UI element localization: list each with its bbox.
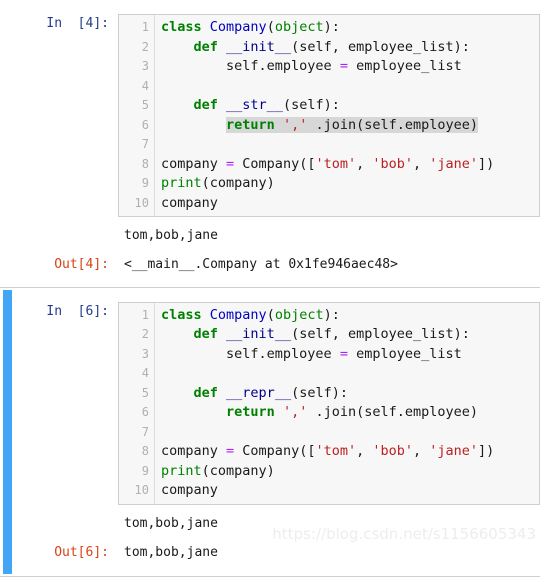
line-number: 9: [119, 462, 149, 482]
stdout-text: tom,bob,jane: [118, 226, 540, 245]
notebook-cell[interactable]: In [4]: 1 2 3 4 5 6 7 8 9 10 class Compa…: [0, 0, 540, 287]
notebook-cell-selected[interactable]: In [6]: 1 2 3 4 5 6 7 8 9 10 class Compa…: [0, 287, 540, 577]
line-number: 3: [119, 57, 149, 77]
code-line: class Company(object):: [161, 18, 539, 38]
output-text: <__main__.Company at 0x1fe946aec48>: [118, 255, 540, 274]
line-number: 6: [119, 403, 149, 423]
spacer: [0, 505, 540, 514]
code-line: [161, 135, 539, 155]
line-number: 4: [119, 364, 149, 384]
spacer: [0, 533, 540, 543]
code-line: class Company(object):: [161, 306, 539, 326]
line-number: 1: [119, 18, 149, 38]
code-line: def __repr__(self):: [161, 384, 539, 404]
cell-output-row: Out[6]: tom,bob,jane: [0, 543, 540, 563]
line-number: 2: [119, 38, 149, 58]
jupyter-notebook: In [4]: 1 2 3 4 5 6 7 8 9 10 class Compa…: [0, 0, 540, 553]
cell-output-row: Out[4]: <__main__.Company at 0x1fe946aec…: [0, 255, 540, 275]
line-number: 5: [119, 384, 149, 404]
line-number: 10: [119, 481, 149, 501]
code-line: return ',' .join(self.employee): [161, 403, 539, 423]
cell-input-row: In [6]: 1 2 3 4 5 6 7 8 9 10 class Compa…: [0, 302, 540, 505]
line-number: 5: [119, 96, 149, 116]
spacer: [0, 562, 540, 576]
spacer: [0, 275, 540, 287]
cell-stdout-row: tom,bob,jane: [0, 514, 540, 533]
code-line: company = Company(['tom', 'bob', 'jane']…: [161, 442, 539, 462]
line-number: 2: [119, 325, 149, 345]
code-line: def __str__(self):: [161, 96, 539, 116]
code-line: [161, 364, 539, 384]
stdout-text: tom,bob,jane: [118, 514, 540, 533]
output-prompt: Out[6]:: [0, 543, 118, 563]
code-lines[interactable]: class Company(object): def __init__(self…: [155, 303, 539, 504]
code-line: company = Company(['tom', 'bob', 'jane']…: [161, 155, 539, 175]
line-number: 4: [119, 77, 149, 97]
line-number: 9: [119, 174, 149, 194]
code-line-highlighted: return ',' .join(self.employee): [161, 116, 539, 136]
code-line: company: [161, 194, 539, 214]
code-editor[interactable]: 1 2 3 4 5 6 7 8 9 10 class Company(objec…: [118, 302, 540, 505]
input-prompt: In [4]:: [0, 14, 118, 34]
input-prompt: In [6]:: [0, 302, 118, 322]
spacer: [0, 245, 540, 255]
code-line: [161, 77, 539, 97]
code-line: print(company): [161, 462, 539, 482]
output-prompt: Out[4]:: [0, 255, 118, 275]
code-line: [161, 423, 539, 443]
code-editor[interactable]: 1 2 3 4 5 6 7 8 9 10 class Company(objec…: [118, 14, 540, 217]
code-line: self.employee = employee_list: [161, 57, 539, 77]
code-line: self.employee = employee_list: [161, 345, 539, 365]
cell-stdout-row: tom,bob,jane: [0, 226, 540, 245]
code-lines[interactable]: class Company(object): def __init__(self…: [155, 15, 539, 216]
line-number: 8: [119, 442, 149, 462]
line-number: 10: [119, 194, 149, 214]
line-number: 6: [119, 116, 149, 136]
code-line: def __init__(self, employee_list):: [161, 325, 539, 345]
selected-cell-indicator: [3, 290, 12, 575]
output-text: tom,bob,jane: [118, 543, 540, 562]
cell-input-row: In [4]: 1 2 3 4 5 6 7 8 9 10 class Compa…: [0, 14, 540, 217]
line-number: 1: [119, 306, 149, 326]
spacer: [0, 217, 540, 226]
code-line: company: [161, 481, 539, 501]
code-line: print(company): [161, 174, 539, 194]
line-number: 7: [119, 423, 149, 443]
line-number: 8: [119, 155, 149, 175]
line-number: 3: [119, 345, 149, 365]
line-number-gutter: 1 2 3 4 5 6 7 8 9 10: [119, 303, 155, 504]
code-line: def __init__(self, employee_list):: [161, 38, 539, 58]
line-number-gutter: 1 2 3 4 5 6 7 8 9 10: [119, 15, 155, 216]
line-number: 7: [119, 135, 149, 155]
